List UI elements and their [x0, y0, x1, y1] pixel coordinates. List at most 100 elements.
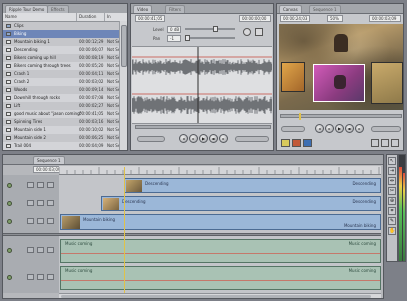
zoom-tool-icon[interactable]: ⊕ — [388, 197, 396, 205]
timeline-horizontal-scrollbar[interactable] — [59, 293, 381, 298]
browser-row[interactable]: Bikers coming up hill 00:00:08;19Not Set — [3, 54, 119, 62]
browser-scroll-thumb[interactable] — [121, 25, 127, 67]
track-a1-autoselect[interactable] — [47, 247, 54, 253]
canvas-play-in-out-button[interactable]: ▸ — [325, 124, 334, 133]
track-a1-lock[interactable] — [37, 247, 44, 253]
viewer-scrubber[interactable] — [135, 125, 271, 129]
column-in[interactable]: In — [105, 13, 127, 21]
tab-canvas-sequence[interactable]: Sequence 1 — [309, 5, 341, 13]
clip-v3[interactable]: Descending Descending — [124, 178, 381, 193]
canvas-next-edit-button[interactable]: ▸ — [355, 124, 364, 133]
drag-hand-icon[interactable] — [255, 28, 263, 36]
pan-value-field[interactable]: -1 — [167, 35, 181, 42]
viewer-jog-control[interactable] — [235, 136, 269, 142]
track-a2-audible-toggle[interactable] — [7, 275, 12, 280]
video-audio-divider[interactable] — [3, 233, 381, 236]
column-duration[interactable]: Duration — [77, 13, 105, 21]
viewer-play-around-button[interactable]: ◂▸ — [209, 134, 218, 143]
tab-sequence[interactable]: Sequence 1 — [33, 156, 65, 164]
viewer-shuttle-control[interactable] — [137, 136, 165, 142]
mark-out-icon[interactable] — [381, 139, 389, 147]
track-v1-visibility-toggle[interactable] — [7, 219, 12, 224]
canvas-scrubber[interactable] — [280, 113, 402, 120]
track-v3-autoselect[interactable] — [47, 182, 54, 188]
level-slider-knob[interactable] — [213, 26, 218, 32]
browser-row[interactable]: Woods 00:00:09;14Not Set — [3, 86, 119, 94]
track-v2-autoselect[interactable] — [47, 200, 54, 206]
tab-filters[interactable]: Filters — [165, 5, 185, 13]
browser-scrollbar[interactable] — [119, 21, 127, 150]
canvas-zoom-select[interactable]: 50% — [327, 15, 343, 22]
timeline-scroll-thumb[interactable] — [61, 295, 371, 298]
browser-row[interactable]: Trail 004 00:00:04;09 Not Set — [3, 142, 119, 150]
clip-a1-level-line[interactable] — [61, 253, 380, 254]
track-v2-visibility-toggle[interactable] — [7, 201, 12, 206]
pan-slider[interactable] — [185, 35, 235, 41]
track-v2-lock[interactable] — [37, 200, 44, 206]
arrow-tool-icon[interactable]: ↖ — [388, 157, 396, 165]
track-a2-lock[interactable] — [37, 274, 44, 280]
browser-row[interactable]: Lift 00:00:02;27Not Set — [3, 102, 119, 110]
clip-a2[interactable]: Music coming Music coming — [60, 266, 381, 290]
column-name[interactable]: Name — [3, 13, 77, 21]
clip-a1[interactable]: Music coming Music coming — [60, 239, 381, 263]
browser-row[interactable]: Biking — [3, 30, 119, 38]
timeline-playhead[interactable] — [124, 167, 125, 293]
track-v1-lock[interactable] — [37, 218, 44, 224]
browser-row[interactable]: Descending 00:00:06;07Not Set — [3, 46, 119, 54]
track-a2-autoselect[interactable] — [47, 274, 54, 280]
canvas-playhead[interactable] — [299, 113, 301, 120]
browser-row[interactable]: Crash 1 00:00:04;11Not Set — [3, 70, 119, 78]
crop-tool-icon[interactable]: ⌗ — [388, 207, 396, 215]
pen-tool-icon[interactable]: ✎ — [388, 217, 396, 225]
razor-tool-icon[interactable]: ✂ — [388, 187, 396, 195]
browser-row[interactable]: Bikers coming through trees 00:00:05;20 No… — [3, 62, 119, 70]
browser-row[interactable]: Mountain biking 1 00:00:12;29Not Set — [3, 38, 119, 46]
mark-in-icon[interactable] — [371, 139, 379, 147]
canvas-prev-edit-button[interactable]: ◂ — [315, 124, 324, 133]
track-v1-autoselect[interactable] — [47, 218, 54, 224]
viewer-duration-timecode[interactable]: 00:00:41;05 — [135, 15, 165, 22]
canvas-play-around-button[interactable]: ◂▸ — [345, 124, 354, 133]
track-a1-target[interactable] — [27, 247, 34, 253]
level-value-field[interactable]: 0 dB — [167, 26, 181, 33]
replace-edit-icon[interactable] — [303, 139, 312, 147]
tab-effects[interactable]: Effects — [47, 5, 69, 13]
viewer-play-in-out-button[interactable]: ▸ — [189, 134, 198, 143]
tab-canvas[interactable]: Canvas — [279, 5, 302, 13]
viewer-prev-edit-button[interactable]: ◂ — [179, 134, 188, 143]
pan-slider-knob[interactable] — [185, 35, 190, 41]
clip-v2[interactable]: Descending Descending — [101, 196, 381, 211]
canvas-current-timecode[interactable]: 00:00:03;09 — [369, 15, 401, 22]
viewer-current-timecode[interactable]: 00:00:00;00 — [239, 15, 271, 22]
browser-row[interactable]: Spinning Tires 00:00:03;16Not Set — [3, 118, 119, 126]
browser-row[interactable]: Downhill through rocks 00:00:07;08Not Set — [3, 94, 119, 102]
marker-icon[interactable] — [391, 139, 399, 147]
viewer-play-button[interactable]: ▶ — [199, 134, 208, 143]
canvas-shuttle-control[interactable] — [281, 126, 305, 132]
browser-row[interactable]: Sequence 1 00:00:24;03 Not Set — [3, 150, 119, 151]
track-a2-target[interactable] — [27, 274, 34, 280]
hand-tool-icon[interactable]: ✋ — [388, 227, 396, 235]
canvas-jog-control[interactable] — [371, 126, 401, 132]
browser-row[interactable]: Clips — [3, 22, 119, 30]
canvas-video-frame[interactable] — [279, 24, 403, 110]
insert-edit-icon[interactable] — [281, 139, 290, 147]
clip-a2-level-line[interactable] — [61, 280, 380, 281]
browser-row[interactable]: Mountain side 2 00:00:06;25Not Set — [3, 134, 119, 142]
timeline-ruler[interactable] — [59, 166, 381, 175]
canvas-play-button[interactable]: ▶ — [335, 124, 344, 133]
overwrite-edit-icon[interactable] — [292, 139, 301, 147]
viewer-next-edit-button[interactable]: ▸ — [219, 134, 228, 143]
canvas-duration-timecode[interactable]: 00:00:24;03 — [280, 15, 310, 22]
track-v2-target[interactable] — [27, 200, 34, 206]
level-slider[interactable] — [185, 26, 235, 32]
tab-video[interactable]: Video — [133, 5, 153, 13]
browser-row[interactable]: good music about "jason coming" 00:00:41;… — [3, 110, 119, 118]
track-v3-target[interactable] — [27, 182, 34, 188]
clip-v1[interactable]: Mountain biking Mountain biking — [60, 214, 381, 230]
reset-icon[interactable] — [243, 28, 251, 36]
browser-row[interactable]: Mountain side 1 00:00:10;02Not Set — [3, 126, 119, 134]
track-a1-audible-toggle[interactable] — [7, 248, 12, 253]
track-v1-target[interactable] — [27, 218, 34, 224]
